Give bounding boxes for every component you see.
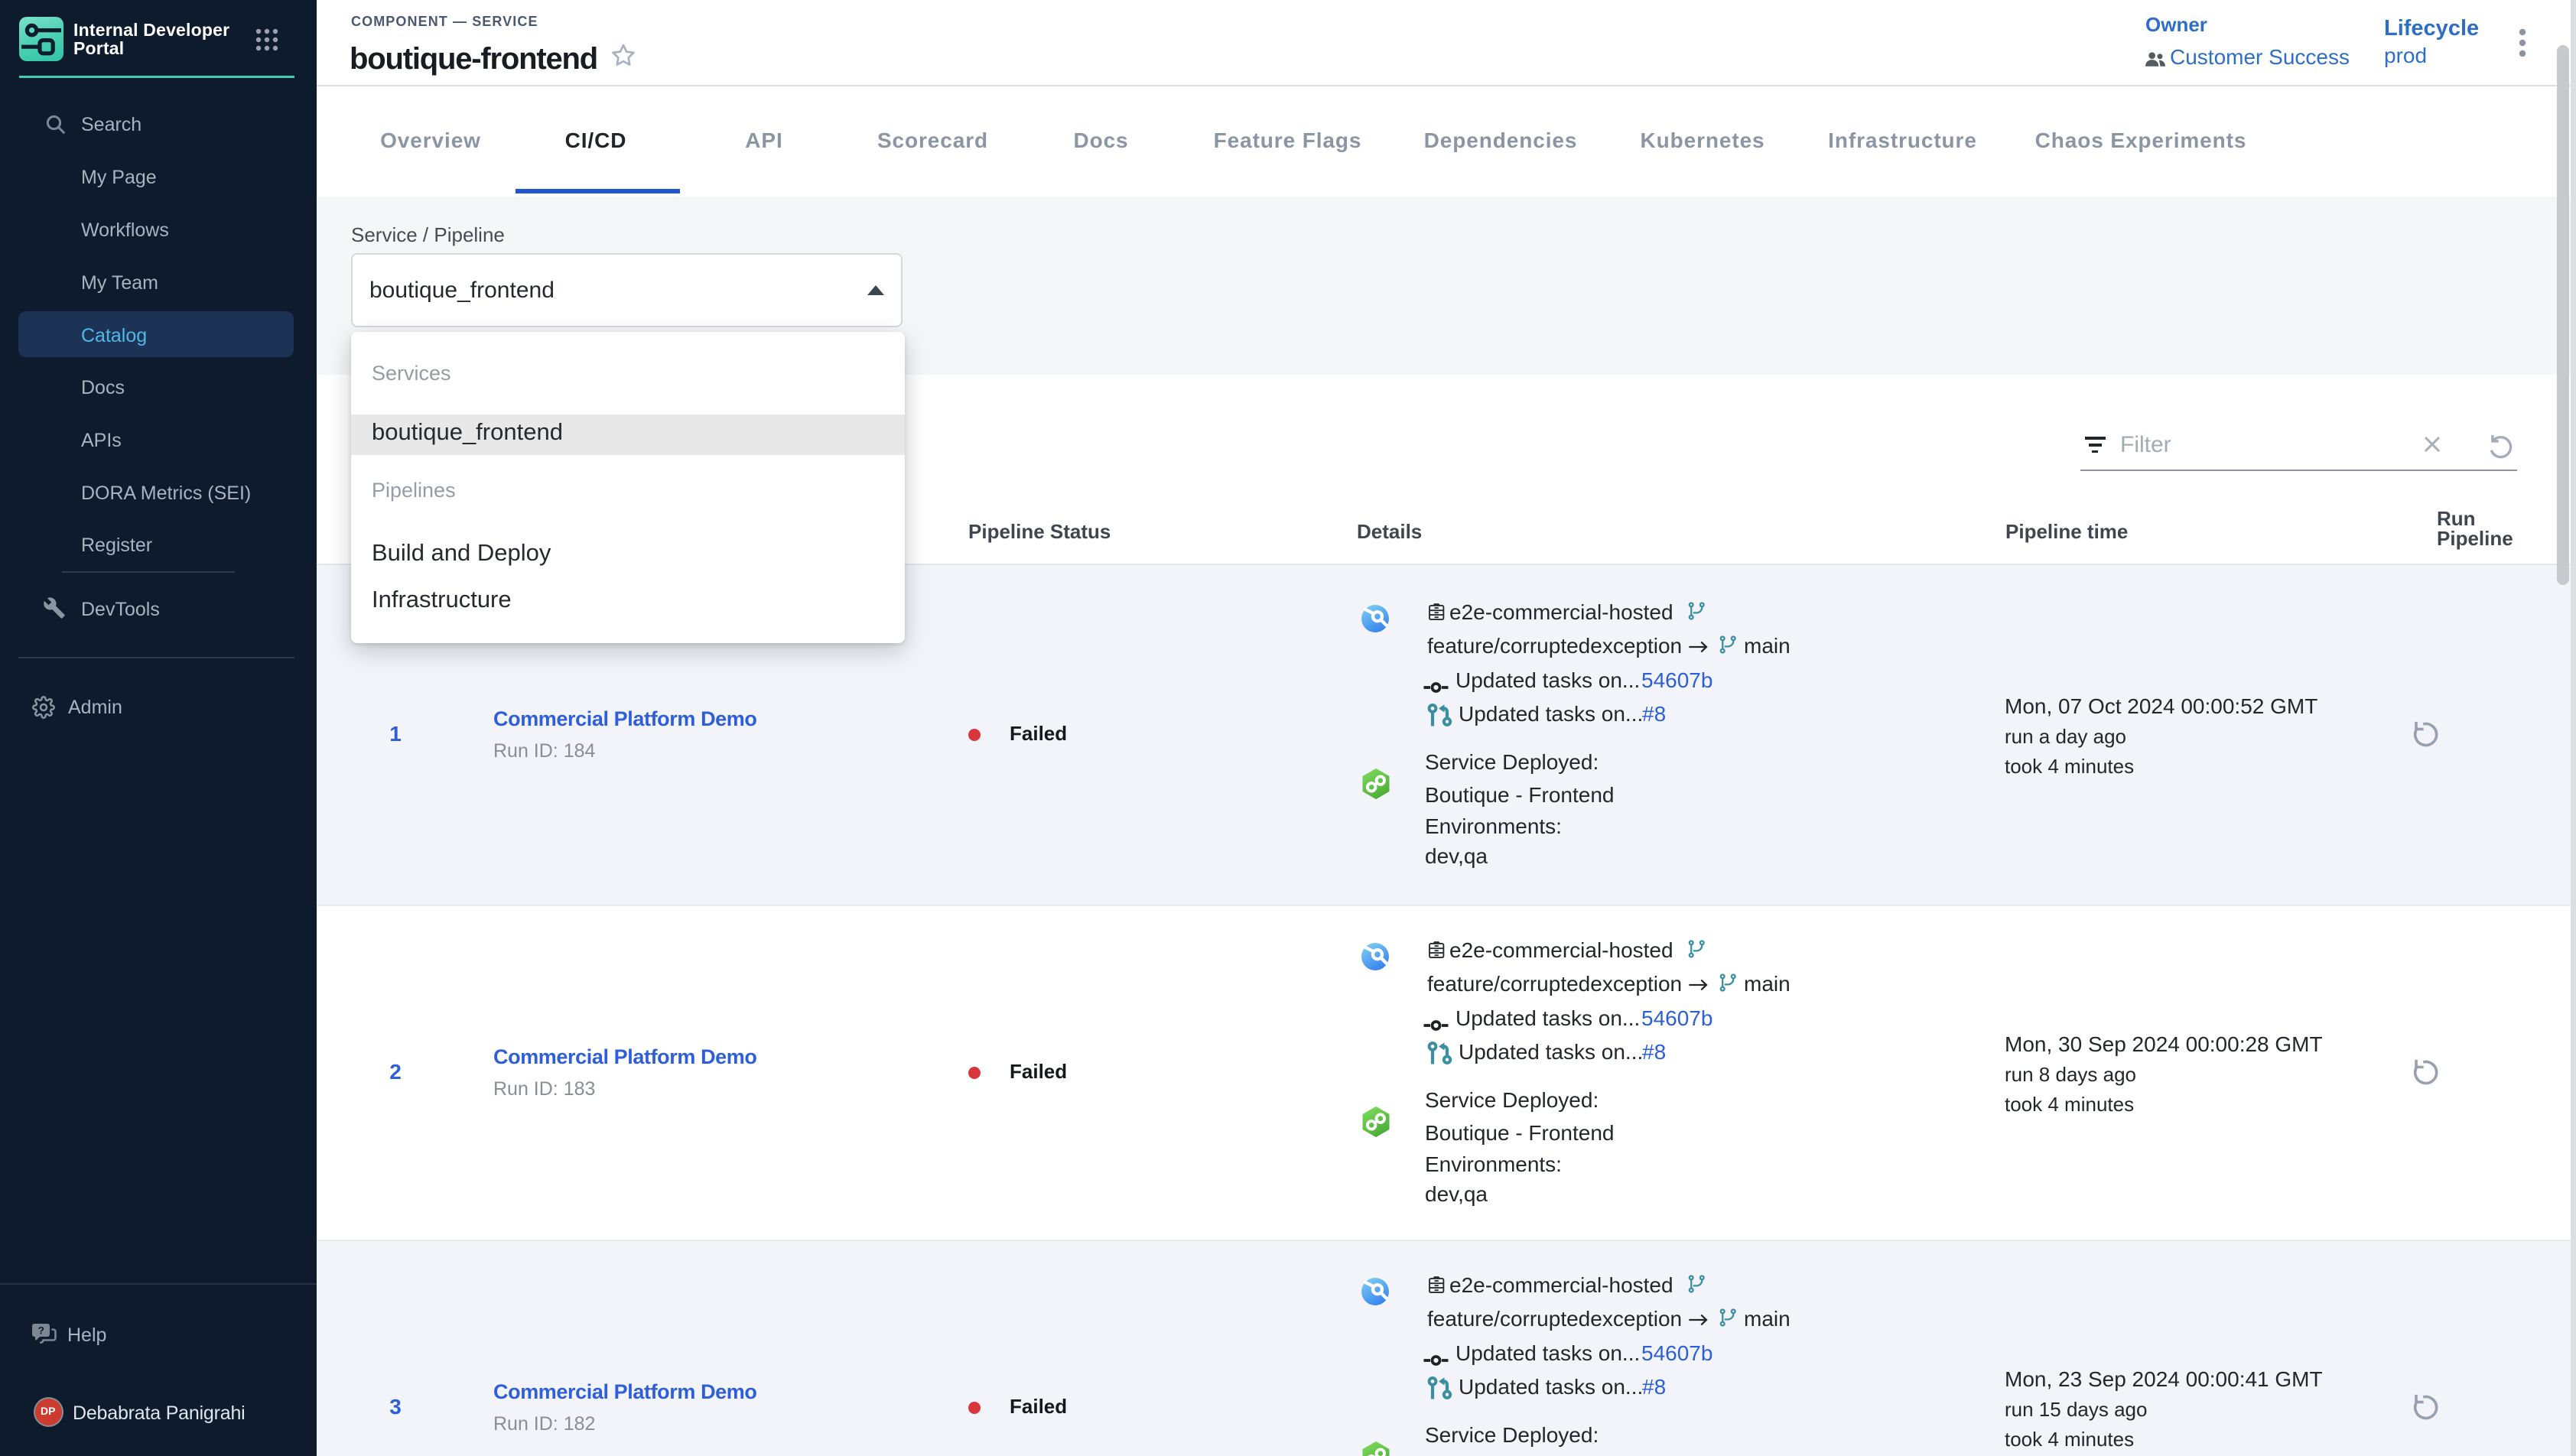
svg-text:?: ? xyxy=(38,1324,45,1337)
